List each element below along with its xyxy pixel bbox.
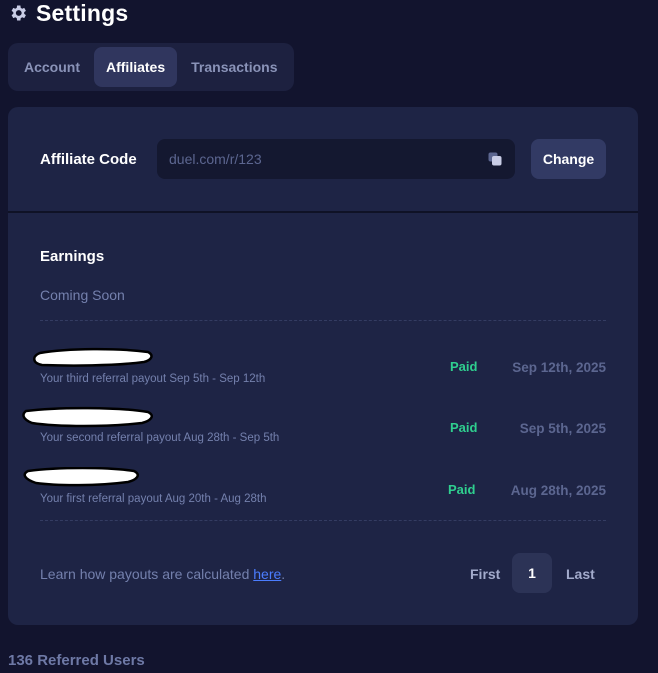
- payout-date: Sep 12th, 2025: [512, 360, 606, 375]
- tab-account[interactable]: Account: [12, 47, 92, 87]
- tab-affiliates[interactable]: Affiliates: [94, 47, 178, 87]
- payout-info-link[interactable]: here: [253, 566, 281, 582]
- copy-icon[interactable]: [487, 151, 503, 167]
- payout-info-text: Learn how payouts are calculated here.: [40, 566, 285, 582]
- pagination-last-button[interactable]: Last: [566, 566, 595, 582]
- affiliates-card: Affiliate Code duel.com/r/123 Change Ear…: [8, 107, 638, 625]
- redaction-scribble: [22, 406, 153, 428]
- payout-description: Your third referral payout Sep 5th - Sep…: [40, 373, 266, 385]
- payout-row: Your first referral payout Aug 20th - Au…: [8, 467, 638, 507]
- redaction-scribble: [23, 467, 139, 487]
- page-header: Settings: [8, 0, 128, 26]
- payout-description: Your second referral payout Aug 28th - S…: [40, 432, 280, 444]
- payout-row: Your third referral payout Sep 5th - Sep…: [8, 347, 638, 387]
- change-code-button[interactable]: Change: [531, 139, 606, 179]
- earnings-divider: [40, 320, 606, 321]
- settings-page: Settings Account Affiliates Transactions…: [0, 0, 658, 673]
- affiliate-code-row: Affiliate Code duel.com/r/123 Change: [8, 107, 638, 211]
- payout-info-prefix: Learn how payouts are calculated: [40, 566, 254, 582]
- redaction-scribble: [33, 347, 153, 367]
- affiliate-code-field[interactable]: duel.com/r/123: [157, 139, 515, 179]
- section-divider: [8, 211, 638, 213]
- earnings-status: Coming Soon: [40, 287, 125, 303]
- affiliate-code-value: duel.com/r/123: [169, 151, 262, 167]
- gear-icon: [8, 3, 28, 23]
- payout-row: Your second referral payout Aug 28th - S…: [8, 406, 638, 446]
- pagination-page-button[interactable]: 1: [512, 553, 552, 593]
- payout-status: Paid: [450, 359, 478, 374]
- payouts-divider: [40, 520, 606, 521]
- affiliate-code-label: Affiliate Code: [40, 151, 137, 168]
- payout-status: Paid: [448, 482, 476, 497]
- tab-transactions[interactable]: Transactions: [179, 47, 289, 87]
- referred-users-count: 136 Referred Users: [8, 652, 145, 669]
- payout-date: Aug 28th, 2025: [510, 483, 606, 498]
- payout-status: Paid: [450, 420, 478, 435]
- payout-info-suffix: .: [281, 566, 286, 582]
- pagination-first-button[interactable]: First: [470, 566, 500, 582]
- settings-tabs: Account Affiliates Transactions: [8, 43, 294, 91]
- payout-date: Sep 5th, 2025: [519, 421, 606, 436]
- page-title: Settings: [36, 0, 129, 26]
- payout-description: Your first referral payout Aug 20th - Au…: [40, 493, 267, 505]
- earnings-title: Earnings: [40, 248, 105, 265]
